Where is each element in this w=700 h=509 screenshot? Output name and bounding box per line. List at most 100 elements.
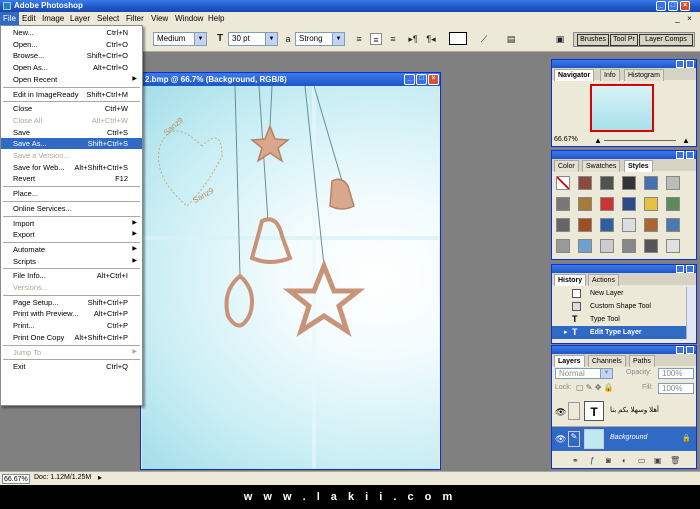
font-style-select[interactable]: Medium ▼ (153, 32, 207, 46)
style-swatch[interactable] (622, 197, 636, 211)
palettes-toggle-icon[interactable]: ▤ (505, 33, 517, 45)
style-swatch[interactable] (600, 197, 614, 211)
adjustment-layer-icon[interactable]: ◐ (622, 456, 627, 465)
tab-color[interactable]: Color (554, 160, 579, 172)
panel-minimize-icon[interactable] (676, 151, 684, 159)
doc-close-icon[interactable]: × (428, 74, 439, 85)
style-swatch[interactable] (556, 218, 570, 232)
style-swatch[interactable] (666, 218, 680, 232)
layer-mask-icon[interactable]: ◙ (606, 456, 611, 465)
zoom-in-icon[interactable]: ▲ (682, 136, 690, 145)
panel-close-icon[interactable] (686, 151, 694, 159)
menu-item-page-setup[interactable]: Page Setup... Shift+Ctrl+P (1, 297, 142, 308)
menu-file[interactable]: File (0, 12, 19, 25)
panel-minimize-icon[interactable] (676, 60, 684, 68)
navigator-zoom-value[interactable]: 66.67% (554, 136, 578, 143)
style-swatch[interactable] (578, 239, 592, 253)
doc-close-icon[interactable]: × (684, 13, 695, 24)
file-browser-icon[interactable]: ▣ (554, 33, 566, 45)
menu-help[interactable]: Help (205, 12, 227, 25)
history-item[interactable]: T Type Tool (552, 313, 686, 326)
menu-item-print[interactable]: Print... Ctrl+P (1, 320, 142, 331)
panel-minimize-icon[interactable] (676, 346, 684, 354)
align-center-icon[interactable]: ≡ (370, 33, 382, 45)
tab-channels[interactable]: Channels (588, 355, 626, 367)
history-item[interactable]: Custom Shape Tool (552, 300, 686, 313)
align-left-icon[interactable]: ≡ (353, 33, 365, 45)
style-swatch[interactable] (578, 176, 592, 190)
panel-minimize-icon[interactable] (676, 265, 684, 273)
link-box[interactable] (568, 402, 580, 420)
eye-icon[interactable]: 👁 (555, 407, 566, 418)
style-swatch[interactable] (556, 239, 570, 253)
style-swatch[interactable] (644, 176, 658, 190)
tab-swatches[interactable]: Swatches (582, 160, 621, 172)
new-layer-icon[interactable]: ▣ (654, 456, 662, 465)
eye-icon[interactable]: 👁 (555, 434, 566, 445)
style-swatch[interactable] (644, 239, 658, 253)
style-swatch[interactable] (578, 218, 592, 232)
menu-item-scripts[interactable]: Scripts ▶ (1, 256, 142, 267)
menu-edit[interactable]: Edit (19, 12, 39, 25)
menu-item-open-recent[interactable]: Open Recent ▶ (1, 74, 142, 85)
menu-item-export[interactable]: Export ▶ (1, 229, 142, 240)
menu-item-automate[interactable]: Automate ▶ (1, 244, 142, 255)
palette-well-tool-presets[interactable]: Tool Pr (610, 34, 638, 46)
menu-item-save-as[interactable]: Save As... Shift+Ctrl+S (1, 138, 142, 150)
opacity-field[interactable]: 100% (658, 368, 694, 379)
navigator-preview[interactable] (590, 84, 654, 132)
menu-view[interactable]: View (148, 12, 171, 25)
style-swatch[interactable] (578, 197, 592, 211)
zoom-out-icon[interactable]: ▲ (594, 136, 602, 145)
minimize-icon[interactable]: _ (656, 1, 666, 11)
menu-layer[interactable]: Layer (67, 12, 93, 25)
history-scrollbar[interactable] (686, 287, 695, 339)
fill-field[interactable]: 100% (658, 383, 694, 394)
style-swatch[interactable] (644, 218, 658, 232)
panel-close-icon[interactable] (686, 265, 694, 273)
style-swatch[interactable] (600, 176, 614, 190)
tab-layers[interactable]: Layers (554, 355, 585, 367)
doc-minimize-icon[interactable]: _ (672, 13, 683, 24)
style-swatch[interactable] (600, 218, 614, 232)
maximize-icon[interactable]: □ (668, 1, 678, 11)
menu-window[interactable]: Window (172, 12, 206, 25)
style-swatch[interactable] (666, 176, 680, 190)
menu-item-save[interactable]: Save Ctrl+S (1, 127, 142, 138)
status-menu-icon[interactable]: ▸ (98, 473, 102, 482)
rtl-right-icon[interactable]: ¶◂ (425, 33, 437, 45)
style-swatch[interactable] (556, 176, 570, 190)
menu-item-browse[interactable]: Browse... Shift+Ctrl+O (1, 50, 142, 61)
menu-item-import[interactable]: Import ▶ (1, 218, 142, 229)
style-swatch[interactable] (622, 218, 636, 232)
warp-text-icon[interactable]: ⟋ (478, 33, 490, 45)
style-swatch[interactable] (666, 197, 680, 211)
style-swatch[interactable] (600, 239, 614, 253)
text-color-swatch[interactable] (449, 32, 467, 45)
lock-icons[interactable]: ▢ ✎ ✥ 🔒 (576, 383, 614, 392)
menu-filter[interactable]: Filter (123, 12, 147, 25)
style-swatch[interactable] (556, 197, 570, 211)
menu-item-open[interactable]: Open... Ctrl+O (1, 39, 142, 50)
menu-item-print-with-preview[interactable]: Print with Preview... Alt+Ctrl+P (1, 308, 142, 319)
menu-item-online-services[interactable]: Online Services... (1, 203, 142, 214)
history-item[interactable]: New Layer (552, 287, 686, 300)
menu-item-revert[interactable]: Revert F12 (1, 173, 142, 184)
tab-histogram[interactable]: Histogram (624, 69, 664, 81)
trash-icon[interactable]: 🗑 (670, 456, 680, 465)
menu-item-print-one-copy[interactable]: Print One Copy Alt+Shift+Ctrl+P (1, 332, 142, 343)
palette-well-brushes[interactable]: Brushes (577, 34, 609, 46)
tab-paths[interactable]: Paths (629, 355, 655, 367)
style-swatch[interactable] (644, 197, 658, 211)
menu-image[interactable]: Image (39, 12, 67, 25)
doc-maximize-icon[interactable]: □ (416, 74, 427, 85)
align-right-icon[interactable]: ≡ (387, 33, 399, 45)
rtl-left-icon[interactable]: ▸¶ (407, 33, 419, 45)
tab-actions[interactable]: Actions (588, 274, 619, 286)
new-group-icon[interactable]: ▭ (638, 456, 646, 465)
tab-navigator[interactable]: Navigator (554, 69, 595, 81)
menu-item-place[interactable]: Place... (1, 188, 142, 199)
close-icon[interactable]: × (680, 1, 690, 11)
style-swatch[interactable] (666, 239, 680, 253)
menu-item-save-for-web[interactable]: Save for Web... Alt+Shift+Ctrl+S (1, 162, 142, 173)
